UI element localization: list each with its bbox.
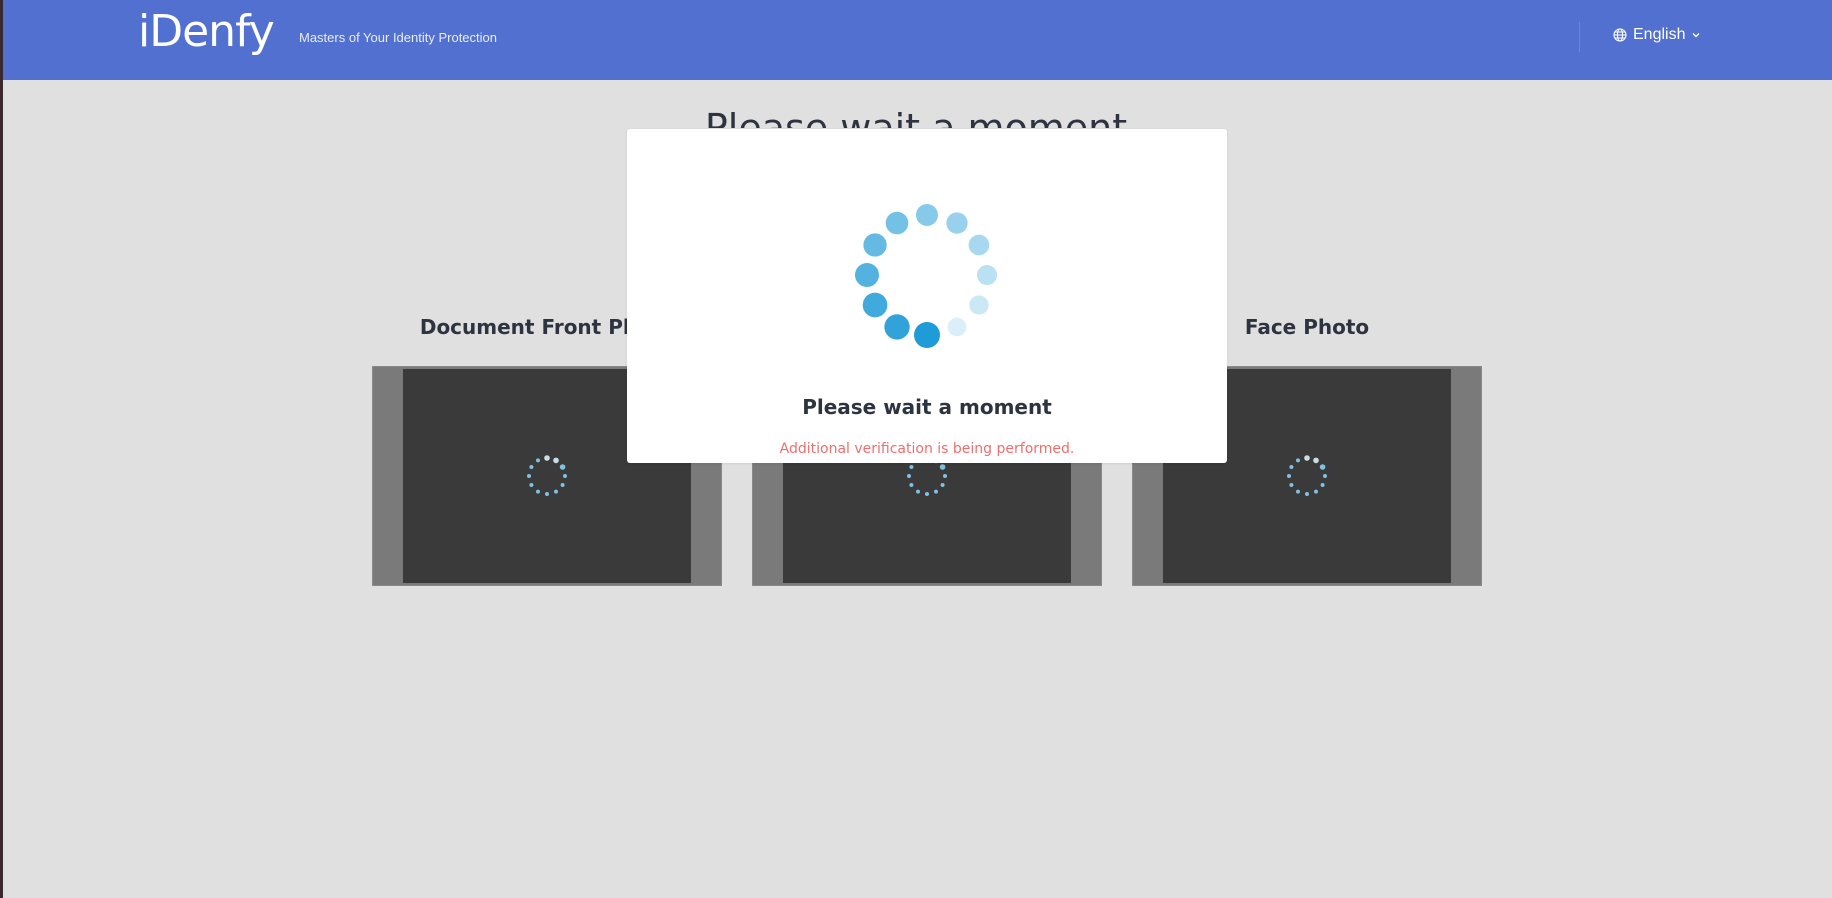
spinner-dot <box>855 263 879 287</box>
spinner-dot <box>969 295 989 315</box>
spinner-dot <box>916 489 920 494</box>
spinner-dot <box>1296 458 1300 463</box>
header-divider <box>1579 22 1580 52</box>
spinner-dot <box>1304 455 1310 461</box>
spinner-dot <box>1314 489 1318 494</box>
spinner-dot <box>943 474 947 478</box>
spinner-dot <box>1319 464 1326 470</box>
spinner-dot <box>1289 465 1294 469</box>
spinner-dot <box>940 483 945 487</box>
language-label: English <box>1633 26 1686 43</box>
tagline: Masters of Your Identity Protection <box>299 30 497 45</box>
spinner-dot <box>968 234 990 256</box>
spinner-dot <box>560 483 565 487</box>
spinner-dot <box>916 204 938 226</box>
modal-message: Additional verification is being perform… <box>779 441 1075 457</box>
chevron-down-icon <box>1691 30 1701 40</box>
spinner-dot <box>909 465 914 469</box>
language-selector[interactable]: English <box>1613 26 1701 44</box>
spinner-dot <box>1313 457 1319 464</box>
spinner-dot <box>947 317 967 337</box>
spinner-dot <box>946 212 968 234</box>
spinner-dot <box>529 465 534 469</box>
logo: iDenfy <box>138 6 275 57</box>
spinner-dot <box>925 492 929 496</box>
spinner-dot <box>553 457 559 464</box>
window-edge <box>0 0 3 898</box>
loading-modal: Please wait a moment Additional verifica… <box>627 129 1227 463</box>
modal-title: Please wait a moment <box>802 395 1052 419</box>
spinner-dot <box>909 483 914 487</box>
spinner-dot <box>527 474 531 478</box>
spinner-dot <box>1287 474 1291 478</box>
spinner-dot <box>1320 483 1325 487</box>
spinner-dot <box>536 489 540 494</box>
spinner-dot <box>1289 483 1294 487</box>
loading-spinner-icon <box>1287 455 1327 496</box>
spinner-dot <box>529 483 534 487</box>
spinner-dot <box>1305 492 1309 496</box>
spinner-dot <box>554 489 558 494</box>
spinner-dot <box>544 455 550 461</box>
spinner-dot <box>939 464 946 470</box>
spinner-dot <box>1323 474 1327 478</box>
spinner-dot <box>934 489 938 494</box>
loading-spinner-icon <box>855 204 997 348</box>
spinner-dot <box>559 464 566 470</box>
page-title: Please wait a moment <box>704 106 1128 128</box>
globe-icon <box>1613 28 1627 42</box>
loading-spinner-icon <box>527 455 567 496</box>
spinner-dot <box>914 322 940 348</box>
spinner-dot <box>536 458 540 463</box>
spinner-dot <box>907 474 911 478</box>
spinner-dot <box>885 211 909 235</box>
spinner-dot <box>545 492 549 496</box>
spinner-dot <box>1296 489 1300 494</box>
spinner-dot <box>563 474 567 478</box>
spinner-dot <box>863 233 887 257</box>
spinner-dot <box>884 314 910 340</box>
spinner-dot <box>977 265 997 285</box>
app-header: iDenfy Masters of Your Identity Protecti… <box>3 0 1832 80</box>
spinner-dot <box>862 292 888 318</box>
